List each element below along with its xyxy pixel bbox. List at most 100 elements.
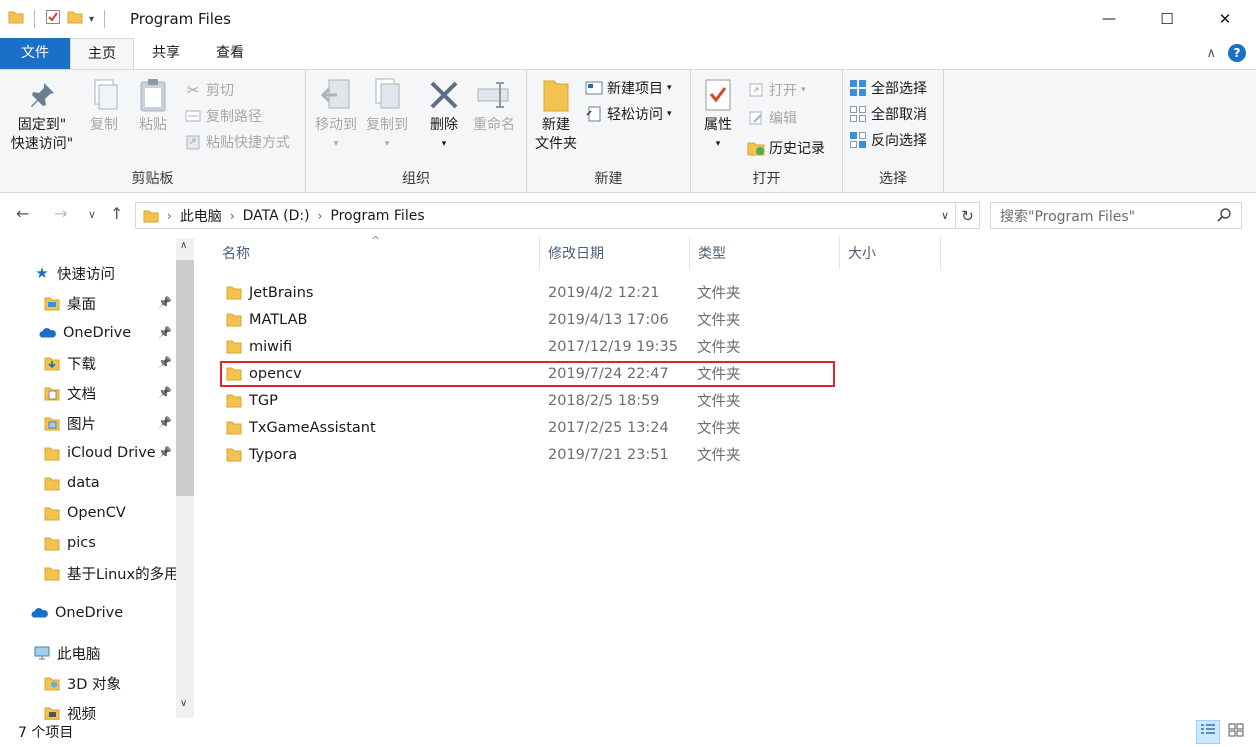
properties-button[interactable]: 属性 ▾ xyxy=(697,76,739,154)
help-icon[interactable]: ? xyxy=(1228,44,1246,62)
rename-button[interactable]: 重命名 xyxy=(469,76,519,135)
new-item-icon xyxy=(585,79,603,97)
folder-icon xyxy=(43,564,61,582)
nav-onedrive[interactable]: OneDrive xyxy=(31,599,123,627)
move-to-button[interactable]: 移动到 ▾ xyxy=(311,76,361,154)
new-item-button[interactable]: 新建项目 ▾ xyxy=(585,76,672,100)
breadcrumb-this-pc[interactable]: 此电脑 xyxy=(180,206,222,226)
copy-icon xyxy=(86,76,122,114)
nav-this-pc[interactable]: 此电脑 xyxy=(33,639,101,667)
delete-button[interactable]: 删除 ▾ xyxy=(422,76,466,154)
divider xyxy=(34,10,35,28)
file-row[interactable]: miwifi 2017/12/19 19:35 文件夹 xyxy=(220,333,840,360)
select-all-button[interactable]: 全部选择 xyxy=(849,76,927,100)
recent-locations-chevron-icon[interactable]: ∨ xyxy=(88,208,96,221)
onedrive-cloud-icon xyxy=(31,604,49,622)
file-row[interactable]: MATLAB 2019/4/13 17:06 文件夹 xyxy=(220,306,840,333)
divider xyxy=(104,10,106,28)
pin-to-quick-access-button[interactable]: 固定到" 快速访问" xyxy=(8,76,76,154)
column-header-type[interactable]: 类型 xyxy=(690,236,840,270)
select-none-button[interactable]: 全部取消 xyxy=(849,102,927,126)
details-view-button[interactable] xyxy=(1196,720,1220,744)
nav-3d-objects[interactable]: 3D 对象 xyxy=(43,669,121,697)
easy-access-button[interactable]: 轻松访问 ▾ xyxy=(585,102,672,126)
tab-file[interactable]: 文件 xyxy=(0,38,70,70)
nav-item-label: 图片 xyxy=(67,416,96,433)
pinned-icon[interactable]: 📌 xyxy=(158,446,172,459)
close-button[interactable]: ✕ xyxy=(1196,0,1254,38)
forward-arrow-icon[interactable]: → xyxy=(54,204,67,223)
rename-icon xyxy=(476,76,512,114)
tab-view[interactable]: 查看 xyxy=(198,38,262,70)
nav-quick-access-item[interactable]: 文档 xyxy=(43,379,96,407)
invert-selection-button[interactable]: 反向选择 xyxy=(849,128,927,152)
scroll-down-icon[interactable]: ∨ xyxy=(180,698,187,709)
refresh-button[interactable]: ↻ xyxy=(956,202,980,229)
file-name: TGP xyxy=(249,392,278,409)
address-dropdown-icon[interactable]: ∨ xyxy=(941,209,949,222)
large-icons-view-button[interactable] xyxy=(1224,720,1248,744)
customize-dropdown-icon[interactable]: ▾ xyxy=(89,14,94,25)
pinned-icon[interactable]: 📌 xyxy=(158,296,172,309)
history-icon xyxy=(747,139,765,157)
file-row[interactable]: TxGameAssistant 2017/2/25 13:24 文件夹 xyxy=(220,414,840,441)
nav-videos[interactable]: 视频 xyxy=(43,699,96,720)
history-button[interactable]: 历史记录 xyxy=(747,136,825,160)
paste-button[interactable]: 粘贴 xyxy=(131,76,175,135)
column-header-date[interactable]: 修改日期 xyxy=(540,236,690,270)
tab-share[interactable]: 共享 xyxy=(134,38,198,70)
nav-quick-access-item[interactable]: OpenCV xyxy=(43,499,126,527)
nav-quick-access-item[interactable]: OneDrive xyxy=(39,319,131,347)
breadcrumb-drive[interactable]: DATA (D:) xyxy=(243,208,310,224)
paste-shortcut-button[interactable]: 粘贴快捷方式 xyxy=(184,130,290,154)
properties-check-icon[interactable] xyxy=(45,9,61,29)
breadcrumb-chevron-icon[interactable]: › xyxy=(167,209,172,223)
column-header-name[interactable]: 名称 xyxy=(214,236,540,270)
address-bar[interactable]: › 此电脑 › DATA (D:) › Program Files ∨ xyxy=(135,202,956,229)
nav-item-label: 桌面 xyxy=(67,296,96,313)
nav-scrollbar-thumb[interactable] xyxy=(176,260,194,496)
scroll-up-icon[interactable]: ∧ xyxy=(180,240,187,251)
nav-quick-access-item[interactable]: 基于Linux的多用 xyxy=(43,559,179,587)
up-arrow-icon[interactable]: ↑ xyxy=(110,204,123,223)
file-row[interactable]: Typora 2019/7/21 23:51 文件夹 xyxy=(220,441,840,468)
3d-objects-icon xyxy=(43,674,61,692)
pinned-icon[interactable]: 📌 xyxy=(158,386,172,399)
minimize-button[interactable]: — xyxy=(1080,0,1138,38)
pinned-icon[interactable]: 📌 xyxy=(158,326,172,339)
file-row[interactable]: opencv 2019/7/24 22:47 文件夹 xyxy=(220,360,840,387)
nav-quick-access-item[interactable]: pics xyxy=(43,529,96,557)
pinned-icon[interactable]: 📌 xyxy=(158,416,172,429)
file-row[interactable]: TGP 2018/2/5 18:59 文件夹 xyxy=(220,387,840,414)
breadcrumb-chevron-icon[interactable]: › xyxy=(318,209,323,223)
edit-button[interactable]: 编辑 xyxy=(747,106,797,130)
breadcrumb-chevron-icon[interactable]: › xyxy=(230,209,235,223)
paste-clipboard-icon xyxy=(135,76,171,114)
nav-quick-access[interactable]: ★ 快速访问 xyxy=(33,259,115,287)
copy-to-button[interactable]: 复制到 ▾ xyxy=(362,76,412,154)
collapse-ribbon-icon[interactable]: ∧ xyxy=(1206,46,1216,61)
maximize-button[interactable]: ☐ xyxy=(1138,0,1196,38)
tab-home[interactable]: 主页 xyxy=(70,38,134,70)
cut-button[interactable]: ✂ 剪切 xyxy=(184,78,234,102)
nav-quick-access-item[interactable]: 图片 xyxy=(43,409,96,437)
nav-quick-access-item[interactable]: data xyxy=(43,469,100,497)
copy-button[interactable]: 复制 xyxy=(82,76,126,135)
nav-quick-access-item[interactable]: 桌面 xyxy=(43,289,96,317)
pinned-icon[interactable]: 📌 xyxy=(158,356,172,369)
new-folder-icon[interactable] xyxy=(67,9,83,29)
open-button[interactable]: 打开 ▾ xyxy=(747,78,806,102)
file-row[interactable]: JetBrains 2019/4/2 12:21 文件夹 xyxy=(220,279,840,306)
nav-quick-access-item[interactable]: iCloud Drive xyxy=(43,439,156,467)
breadcrumb-current[interactable]: Program Files xyxy=(330,208,424,224)
file-date: 2017/12/19 19:35 xyxy=(548,338,678,355)
back-arrow-icon[interactable]: ← xyxy=(16,204,29,223)
copy-path-button[interactable]: 复制路径 xyxy=(184,104,262,128)
search-input[interactable]: 搜索"Program Files" xyxy=(990,202,1242,229)
documents-folder-icon xyxy=(43,384,61,402)
nav-quick-access-item[interactable]: 下载 xyxy=(43,349,96,377)
column-header-size[interactable]: 大小 xyxy=(840,236,941,270)
new-folder-button[interactable]: 新建 文件夹 xyxy=(531,76,581,154)
file-list: ^ 名称 修改日期 类型 大小 JetBrains 2019/4/2 12:21 文… xyxy=(204,234,1256,720)
pictures-folder-icon xyxy=(43,414,61,432)
